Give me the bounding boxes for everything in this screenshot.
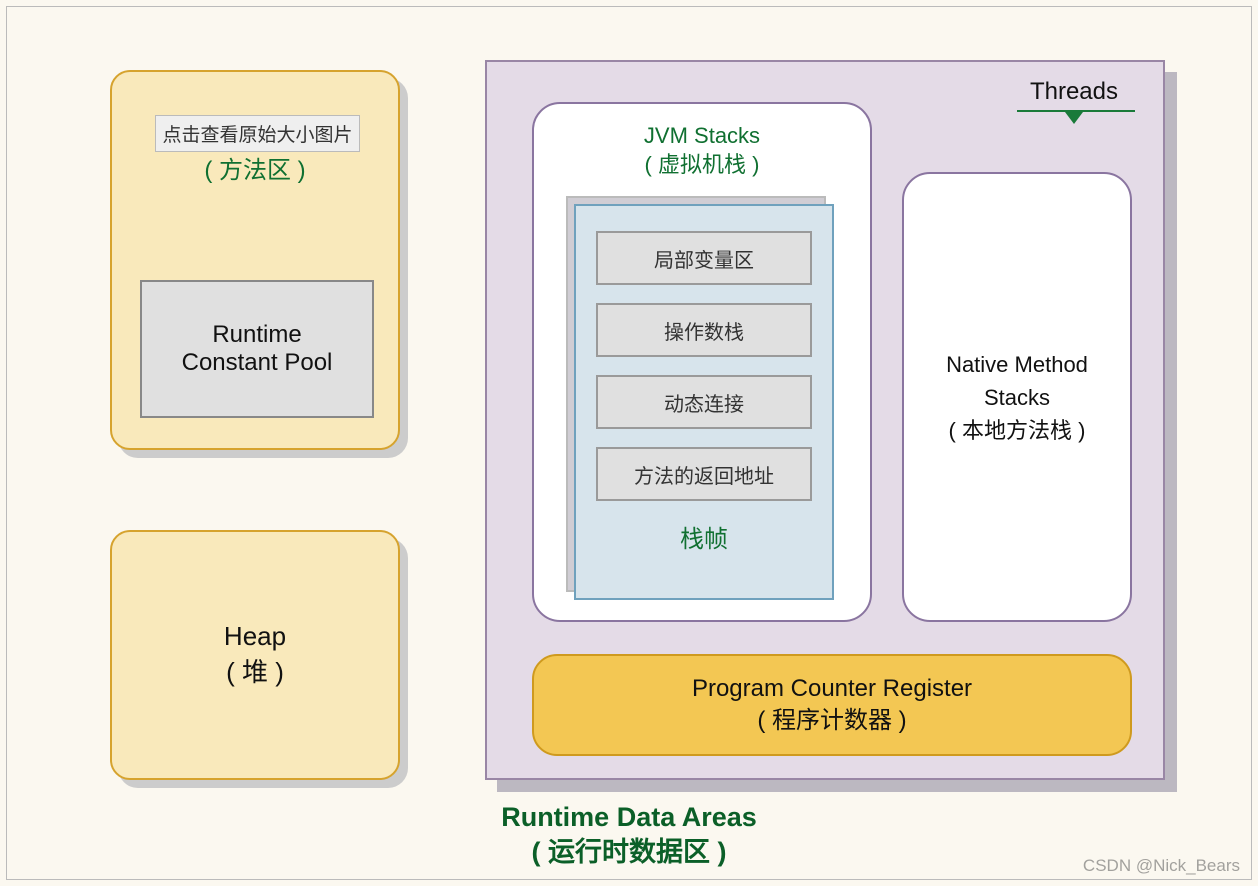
- click-hint-overlay[interactable]: 点击查看原始大小图片: [155, 115, 360, 152]
- threads-label: Threads: [1030, 78, 1118, 106]
- threads-container: Threads JVM Stacks ( 虚拟机栈 ) 局部变量区 操作数栈 动…: [485, 60, 1165, 780]
- heap-line2: ( 堆 ): [226, 652, 284, 689]
- frame-item-operand-stack: 操作数栈: [596, 303, 812, 357]
- threads-box: Threads JVM Stacks ( 虚拟机栈 ) 局部变量区 操作数栈 动…: [485, 60, 1165, 780]
- main-title-cn: ( 运行时数据区 ): [0, 835, 1258, 870]
- native-line3: ( 本地方法栈 ): [949, 414, 1086, 447]
- frame-item-local-vars: 局部变量区: [596, 231, 812, 285]
- jvm-stacks-cn: ( 虚拟机栈 ): [645, 152, 760, 177]
- constant-pool-line1: Runtime: [212, 321, 301, 349]
- main-title: Runtime Data Areas ( 运行时数据区 ): [0, 800, 1258, 870]
- method-area-label: ( 方法区 ): [112, 150, 398, 185]
- jvm-stacks-title: JVM Stacks ( 虚拟机栈 ): [534, 122, 870, 179]
- frame-item-return-addr: 方法的返回地址: [596, 447, 812, 501]
- heap-line1: Heap: [224, 621, 286, 652]
- heap: Heap ( 堆 ): [110, 530, 400, 780]
- jvm-stacks-en: JVM Stacks: [644, 123, 760, 148]
- stack-frame-box: 局部变量区 操作数栈 动态连接 方法的返回地址 栈帧: [574, 204, 834, 600]
- native-line2: Stacks: [984, 381, 1050, 414]
- pc-line2: ( 程序计数器 ): [757, 705, 906, 737]
- stack-frame-label: 栈帧: [596, 519, 812, 554]
- native-method-stacks-box: Native Method Stacks ( 本地方法栈 ): [902, 172, 1132, 622]
- jvm-stacks-box: JVM Stacks ( 虚拟机栈 ) 局部变量区 操作数栈 动态连接 方法的返…: [532, 102, 872, 622]
- main-title-en: Runtime Data Areas: [0, 800, 1258, 835]
- heap-box: Heap ( 堆 ): [110, 530, 400, 780]
- frame-item-dynamic-link: 动态连接: [596, 375, 812, 429]
- constant-pool-line2: Constant Pool: [182, 349, 333, 377]
- pc-line1: Program Counter Register: [692, 673, 972, 705]
- program-counter-register-box: Program Counter Register ( 程序计数器 ): [532, 654, 1132, 756]
- native-line1: Native Method: [946, 348, 1088, 381]
- watermark: CSDN @Nick_Bears: [1083, 856, 1240, 876]
- runtime-constant-pool: Runtime Constant Pool: [140, 280, 374, 418]
- stack-frame: 局部变量区 操作数栈 动态连接 方法的返回地址 栈帧: [574, 204, 834, 600]
